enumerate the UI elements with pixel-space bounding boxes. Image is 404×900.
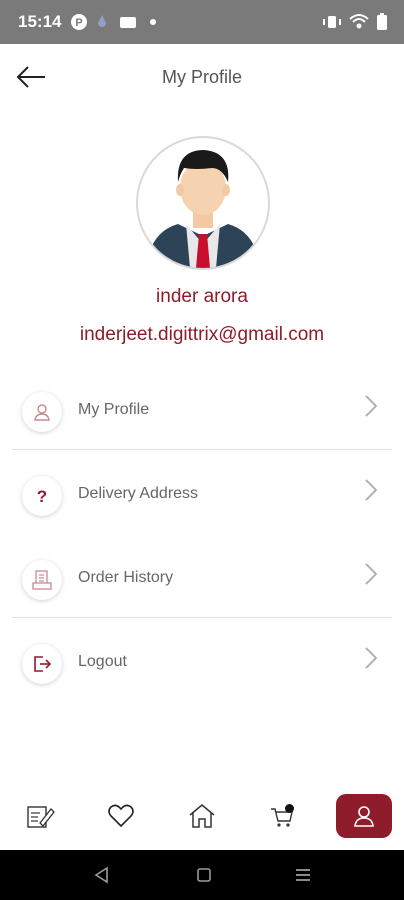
system-nav-bar [0,850,404,900]
header: My Profile [0,44,404,114]
menu-icon-circle: ? [22,476,62,516]
recents-menu-icon[interactable] [292,865,314,885]
chevron-right-icon [365,647,378,669]
wifi-icon [349,14,369,29]
user-icon [354,806,374,827]
notification-dot [150,19,156,25]
page-title: My Profile [161,67,242,87]
menu-item-logout[interactable]: Logout [0,620,404,704]
person-avatar-icon [146,150,260,268]
vibrate-icon [323,16,341,28]
nav-edit[interactable] [13,794,69,838]
profile-menu: My Profile ? Delivery Address Order Hist [0,368,404,704]
status-bar: 15:14 P [0,0,404,44]
sim-icon [120,17,136,28]
battery-icon [377,13,387,30]
menu-label: Order History [78,569,174,586]
menu-icon-circle [22,392,62,432]
divider [12,449,392,450]
nav-cart[interactable] [254,794,310,838]
menu-icon-circle [22,560,62,600]
svg-text:?: ? [37,487,47,506]
home-icon [189,804,215,828]
cart-badge [285,804,294,813]
user-email: inderjeet.digittrix@gmail.com [79,324,325,345]
status-time: 15:14 [18,12,62,31]
user-name: inder arora [156,286,248,307]
edit-icon [27,806,55,828]
back-triangle-icon[interactable] [91,865,113,885]
menu-item-order-history[interactable]: Order History [0,536,404,620]
app-notification-icon: P [71,14,87,30]
nav-profile[interactable] [336,794,392,838]
question-icon: ? [37,487,47,506]
menu-icon-circle [22,644,62,684]
menu-label: My Profile [78,401,150,418]
chevron-right-icon [365,395,378,417]
menu-item-delivery-address[interactable]: ? Delivery Address [0,452,404,536]
divider [12,617,392,618]
chevron-right-icon [365,479,378,501]
menu-item-my-profile[interactable]: My Profile [0,368,404,452]
user-icon [34,404,50,421]
receipt-icon [32,570,52,590]
svg-text:P: P [75,17,82,29]
menu-label: Logout [78,653,127,670]
bottom-nav [0,786,404,850]
nav-home[interactable] [174,794,230,838]
drop-icon [98,15,106,27]
menu-label: Delivery Address [78,485,199,502]
logout-icon [34,656,52,672]
heart-icon [108,804,134,828]
home-square-icon[interactable] [193,865,215,885]
avatar [136,136,270,270]
chevron-right-icon [365,563,378,585]
nav-wishlist[interactable] [93,794,149,838]
